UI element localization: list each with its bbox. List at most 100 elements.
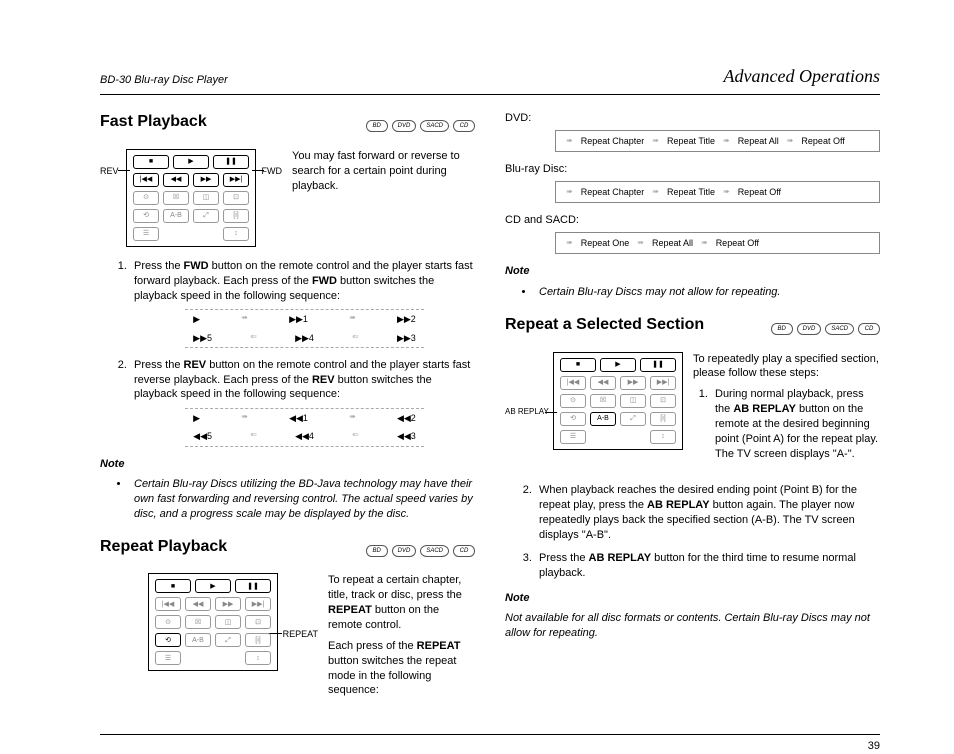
remote-btn: [i]	[245, 633, 271, 647]
seq-item: Repeat All	[652, 237, 693, 249]
text: Press the	[134, 260, 184, 272]
repeat-section-heading-row: Repeat a Selected Section BD DVD SACD CD	[505, 314, 880, 344]
bd-badge: BD	[366, 545, 388, 557]
repeat-playback-heading-row: Repeat Playback BD DVD SACD CD	[100, 536, 475, 566]
ab-bold: AB REPLAY	[589, 552, 652, 564]
fast-step-2: Press the REV button on the remote contr…	[130, 358, 475, 447]
cd-sequence: ➠Repeat One ➠Repeat All ➠Repeat Off	[555, 232, 880, 254]
remote-btn: ▶▶|	[650, 376, 676, 390]
remote-btn: |◀◀	[560, 376, 586, 390]
fast-note-list: Certain Blu-ray Discs utilizing the BD-J…	[100, 477, 475, 522]
remote-btn: ◀◀	[590, 376, 616, 390]
remote-btn: ☰	[133, 227, 159, 241]
ab-replay-callout: AB REPLAY	[505, 407, 549, 418]
section-note-heading: Note	[505, 591, 880, 606]
arrow-icon: ➠	[652, 187, 659, 198]
arrow-icon: ➠	[723, 187, 730, 198]
arrow-icon: ⇐	[250, 430, 257, 442]
remote-btn: ▶▶	[620, 376, 646, 390]
play-icon: ▶	[195, 579, 231, 593]
section-step-2: When playback reaches the desired ending…	[535, 483, 880, 542]
dvd-badge: DVD	[797, 323, 822, 335]
bluray-sequence: ➠Repeat Chapter ➠Repeat Title ➠Repeat Of…	[555, 181, 880, 203]
rule-top	[100, 94, 880, 95]
cd-badge: CD	[858, 323, 880, 335]
remote-btn: ☰	[560, 430, 586, 444]
fwd-callout: FWD	[262, 165, 283, 177]
sacd-badge: SACD	[420, 545, 449, 557]
disc-badges: BD DVD SACD CD	[771, 323, 880, 335]
ab-bold: AB REPLAY	[733, 403, 796, 415]
remote-btn: ◫	[215, 615, 241, 629]
section-intro-row: AB REPLAY ■▶❚❚ |◀◀◀◀▶▶▶▶| ⊙☒◫⊡ ⟲A-B⤢[i] …	[505, 352, 880, 472]
rev-bold: REV	[184, 359, 207, 371]
seq-item: ◀◀1	[289, 412, 308, 424]
section-step-1: During normal playback, press the AB REP…	[711, 387, 880, 461]
arrow-icon: ⇐	[352, 332, 359, 344]
disc-badges: BD DVD SACD CD	[366, 545, 475, 557]
section-step-3: Press the AB REPLAY button for the third…	[535, 551, 880, 581]
fast-intro-row: REV FWD ■▶❚❚ |◀◀◀◀▶▶▶▶| ⊙☒◫⊡ ⟲A-B⤢[i] ☰↕…	[100, 149, 475, 247]
arrow-icon: ➠	[787, 136, 794, 147]
rule-bottom	[100, 734, 880, 735]
dvd-sequence: ➠Repeat Chapter ➠Repeat Title ➠Repeat Al…	[555, 130, 880, 152]
arrow-icon: ⇐	[352, 430, 359, 442]
arrow-icon: ➠	[349, 412, 356, 424]
fwd-bold: FWD	[312, 275, 337, 287]
section-intro-text: To repeatedly play a specified section, …	[693, 352, 880, 472]
stop-icon: ■	[155, 579, 191, 593]
remote-btn: ⊙	[133, 191, 159, 205]
remote-btn: ⊙	[155, 615, 181, 629]
repeat-icon: ⟲	[155, 633, 181, 647]
pause-icon: ❚❚	[640, 358, 676, 372]
cd-sacd-label: CD and SACD:	[505, 213, 880, 228]
right-column: DVD: ➠Repeat Chapter ➠Repeat Title ➠Repe…	[505, 111, 880, 716]
next-icon: ▶▶|	[223, 173, 249, 187]
section-remote-wrap: AB REPLAY ■▶❚❚ |◀◀◀◀▶▶▶▶| ⊙☒◫⊡ ⟲A-B⤢[i] …	[505, 352, 683, 472]
seq-item: Repeat Off	[716, 237, 759, 249]
seq-item: Repeat All	[738, 135, 779, 147]
seq-item: ▶▶4	[295, 332, 314, 344]
remote-btn: ▶▶	[215, 597, 241, 611]
remote-btn: ▶▶|	[245, 597, 271, 611]
seq-item: Repeat One	[581, 237, 630, 249]
fast-steps: Press the FWD button on the remote contr…	[100, 259, 475, 447]
page-number: 39	[100, 739, 880, 754]
play-icon: ▶	[600, 358, 636, 372]
remote-btn: [i]	[650, 412, 676, 426]
text: Each press of the	[328, 640, 417, 652]
arrow-icon: ➠	[637, 238, 644, 249]
text: button switches the repeat mode in the f…	[328, 655, 456, 697]
remote-btn: |◀◀	[155, 597, 181, 611]
bd-badge: BD	[771, 323, 793, 335]
pause-icon: ❚❚	[235, 579, 271, 593]
seq-item: ◀◀2	[397, 412, 416, 424]
stop-icon: ■	[133, 155, 169, 169]
repeat-note-item: Certain Blu-ray Discs may not allow for …	[535, 285, 880, 300]
play-icon: ▶	[173, 155, 209, 169]
seq-item: Repeat Off	[801, 135, 844, 147]
seq-item: Repeat Chapter	[581, 186, 645, 198]
seq-item: ▶▶5	[193, 332, 212, 344]
remote-btn: ↕	[223, 227, 249, 241]
rev-callout: REV	[100, 165, 119, 177]
remote-btn: ⤢	[620, 412, 646, 426]
fast-playback-heading: Fast Playback	[100, 111, 207, 133]
text: Press the	[134, 359, 184, 371]
remote-btn: ☒	[163, 191, 189, 205]
arrow-icon: ➠	[241, 412, 248, 424]
remote-btn: ⟲	[133, 209, 159, 223]
rev-bold: REV	[312, 374, 335, 386]
repeat-section-heading: Repeat a Selected Section	[505, 314, 704, 336]
fast-intro-text: You may fast forward or reverse to searc…	[292, 149, 475, 241]
remote-btn: ⊡	[223, 191, 249, 205]
arrow-icon: ➠	[652, 136, 659, 147]
repeat-intro-row: REPEAT ■▶❚❚ |◀◀◀◀▶▶▶▶| ⊙☒◫⊡ ⟲A-B⤢[i] ☰↕ …	[100, 573, 475, 704]
remote-btn: ⟲	[560, 412, 586, 426]
seq-item: ◀◀3	[397, 430, 416, 442]
remote-diagram: ■▶❚❚ |◀◀◀◀▶▶▶▶| ⊙☒◫⊡ ⟲A-B⤢[i] ☰↕	[553, 352, 683, 450]
arrow-icon: ➠	[701, 238, 708, 249]
pause-icon: ❚❚	[213, 155, 249, 169]
dvd-badge: DVD	[392, 545, 417, 557]
fast-playback-heading-row: Fast Playback BD DVD SACD CD	[100, 111, 475, 141]
